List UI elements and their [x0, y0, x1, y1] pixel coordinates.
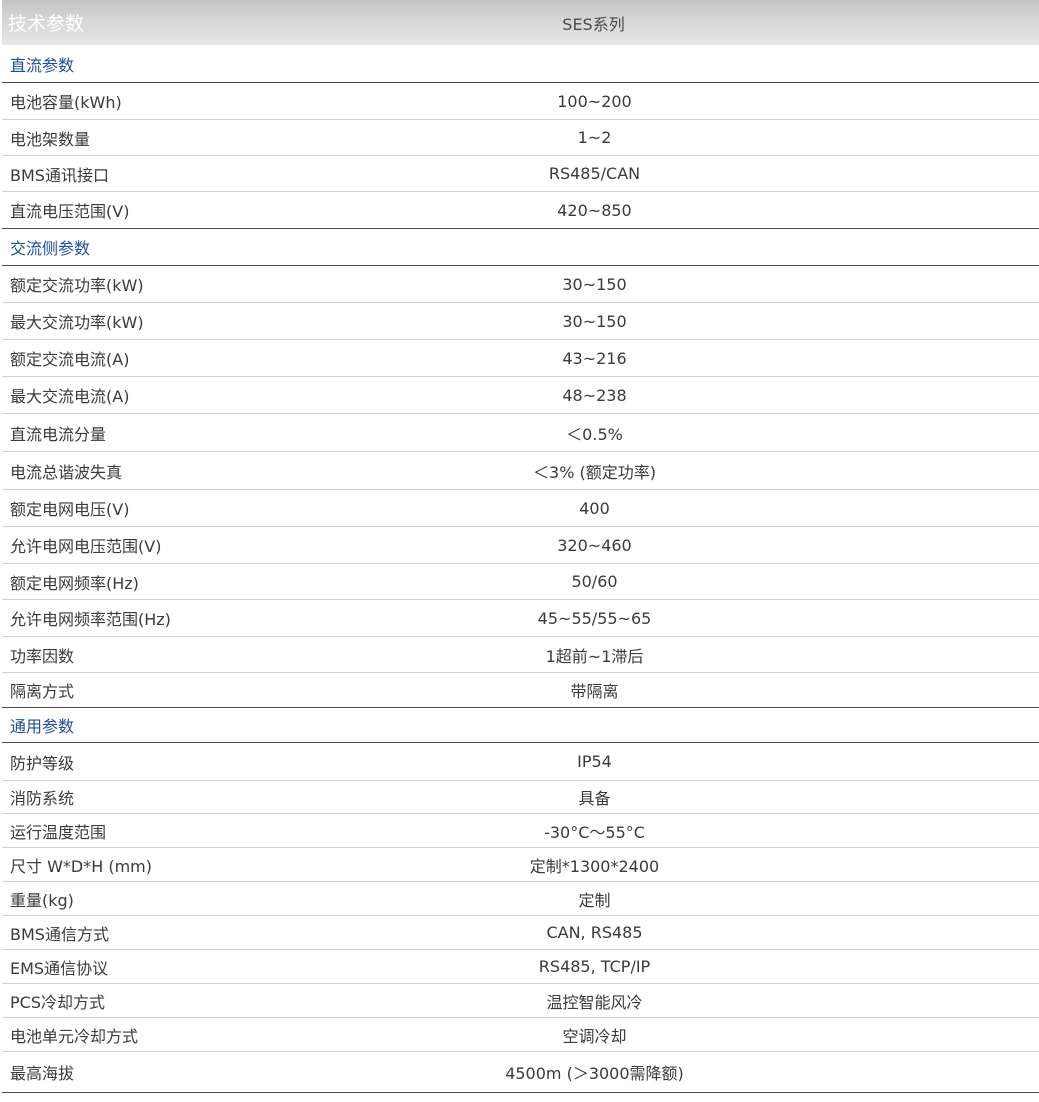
row-label: 电流总谐波失真 [10, 462, 123, 482]
spec-table: 技术参数 SES系列 直流参数 电池容量(kWh) 100~200 电池架数量 … [2, 0, 1039, 1093]
table-row: 直流电压范围(V) 420~850 [2, 192, 1039, 229]
row-value: 定制*1300*2400 [529, 856, 660, 876]
row-label: 额定电网电压(V) [10, 500, 130, 519]
row-label: 尺寸 W*D*H (mm) [10, 856, 153, 876]
row-label: 额定交流功率(kW) [10, 276, 144, 295]
row-label: 直流电压范围(V) [10, 202, 130, 221]
row-value: 45~55/55~65 [537, 608, 652, 628]
table-row: 电池架数量 1~2 [2, 120, 1039, 156]
section-heading-general: 通用参数 [2, 708, 1039, 743]
row-value: 48~238 [562, 385, 627, 405]
row-value: 100~200 [557, 91, 632, 111]
row-label: EMS通信协议 [10, 958, 109, 978]
table-row: 额定交流电流(A) 43~216 [2, 340, 1039, 377]
table-row: 重量(kg) 定制 [2, 882, 1039, 916]
row-label: 功率因数 [10, 646, 75, 666]
row-label: 防护等级 [10, 753, 75, 773]
table-row: 尺寸 W*D*H (mm) 定制*1300*2400 [2, 848, 1039, 882]
table-row: 电池单元冷却方式 空调冷却 [2, 1018, 1039, 1052]
table-row: EMS通信协议 RS485, TCP/IP [2, 950, 1039, 984]
row-value: 4500m (＞3000需降额) [505, 1064, 684, 1083]
row-value: 43~216 [562, 348, 627, 368]
table-row: 防护等级 IP54 [2, 743, 1039, 781]
section-title: 交流侧参数 [10, 239, 91, 258]
row-value: RS485, TCP/IP [538, 957, 651, 976]
row-value: 1~2 [577, 128, 612, 147]
table-row: 额定电网电压(V) 400 [2, 490, 1039, 527]
row-label: PCS冷却方式 [10, 992, 105, 1012]
row-label: 消防系统 [10, 789, 75, 808]
row-label: BMS通讯接口 [10, 165, 109, 185]
row-value: -30°C～55°C [544, 822, 645, 842]
row-value: 50/60 [571, 572, 618, 591]
section-title: 通用参数 [10, 717, 75, 736]
row-label: 允许电网频率范围(Hz) [10, 610, 171, 629]
table-row: 最高海拔 4500m (＞3000需降额) [2, 1052, 1039, 1093]
row-value: ＜0.5% [566, 424, 623, 444]
table-row: 最大交流功率(kW) 30~150 [2, 303, 1039, 340]
section-heading-ac: 交流侧参数 [2, 229, 1039, 266]
row-label: 最大交流电流(A) [10, 387, 130, 406]
row-label: 电池单元冷却方式 [10, 1026, 139, 1046]
row-label: BMS通信方式 [10, 924, 109, 944]
row-value: 带隔离 [570, 682, 619, 701]
row-label: 电池容量(kWh) [10, 93, 122, 112]
table-row: 最大交流电流(A) 48~238 [2, 377, 1039, 414]
row-label: 重量(kg) [10, 890, 74, 910]
row-label: 最高海拔 [10, 1064, 75, 1083]
table-row: 额定交流功率(kW) 30~150 [2, 266, 1039, 303]
section-heading-dc: 直流参数 [2, 45, 1039, 83]
section-title: 直流参数 [10, 55, 75, 75]
table-row: 电池容量(kWh) 100~200 [2, 83, 1039, 120]
row-value: RS485/CAN [548, 164, 641, 183]
row-label: 最大交流功率(kW) [10, 313, 144, 332]
row-value: 320~460 [557, 535, 632, 555]
table-row: 额定电网频率(Hz) 50/60 [2, 564, 1039, 600]
table-row: 运行温度范围 -30°C～55°C [2, 814, 1039, 848]
table-row: 直流电流分量 ＜0.5% [2, 414, 1039, 452]
row-label: 允许电网电压范围(V) [10, 537, 162, 556]
table-row: PCS冷却方式 温控智能风冷 [2, 984, 1039, 1018]
table-row: 功率因数 1超前~1滞后 [2, 637, 1039, 673]
table-row: 隔离方式 带隔离 [2, 673, 1039, 708]
table-row: 允许电网频率范围(Hz) 45~55/55~65 [2, 600, 1039, 637]
table-row: 消防系统 具备 [2, 781, 1039, 814]
row-value: IP54 [577, 752, 612, 771]
row-value: 30~150 [562, 274, 627, 294]
row-value: 具备 [578, 789, 611, 808]
table-row: 允许电网电压范围(V) 320~460 [2, 527, 1039, 564]
table-row: 电流总谐波失真 ＜3% (额定功率) [2, 452, 1039, 490]
row-value: 温控智能风冷 [546, 992, 643, 1012]
row-value: 420~850 [557, 200, 632, 220]
row-label: 直流电流分量 [10, 424, 107, 444]
row-label: 电池架数量 [10, 129, 91, 149]
row-value: 定制 [578, 890, 611, 910]
row-value: 400 [579, 498, 610, 518]
row-value: 30~150 [562, 311, 627, 331]
row-label: 隔离方式 [10, 682, 75, 701]
row-label: 额定交流电流(A) [10, 350, 130, 369]
table-row: BMS通讯接口 RS485/CAN [2, 156, 1039, 192]
row-label: 运行温度范围 [10, 822, 107, 842]
table-header: 技术参数 SES系列 [2, 0, 1039, 45]
row-label: 额定电网频率(Hz) [10, 573, 139, 593]
row-value: 空调冷却 [562, 1026, 627, 1046]
header-series: SES系列 [562, 14, 625, 34]
row-value: CAN, RS485 [546, 923, 643, 942]
header-label: 技术参数 [8, 13, 85, 35]
row-value: 1超前~1滞后 [545, 646, 644, 666]
row-value: ＜3% (额定功率) [533, 462, 656, 482]
table-row: BMS通信方式 CAN, RS485 [2, 916, 1039, 950]
